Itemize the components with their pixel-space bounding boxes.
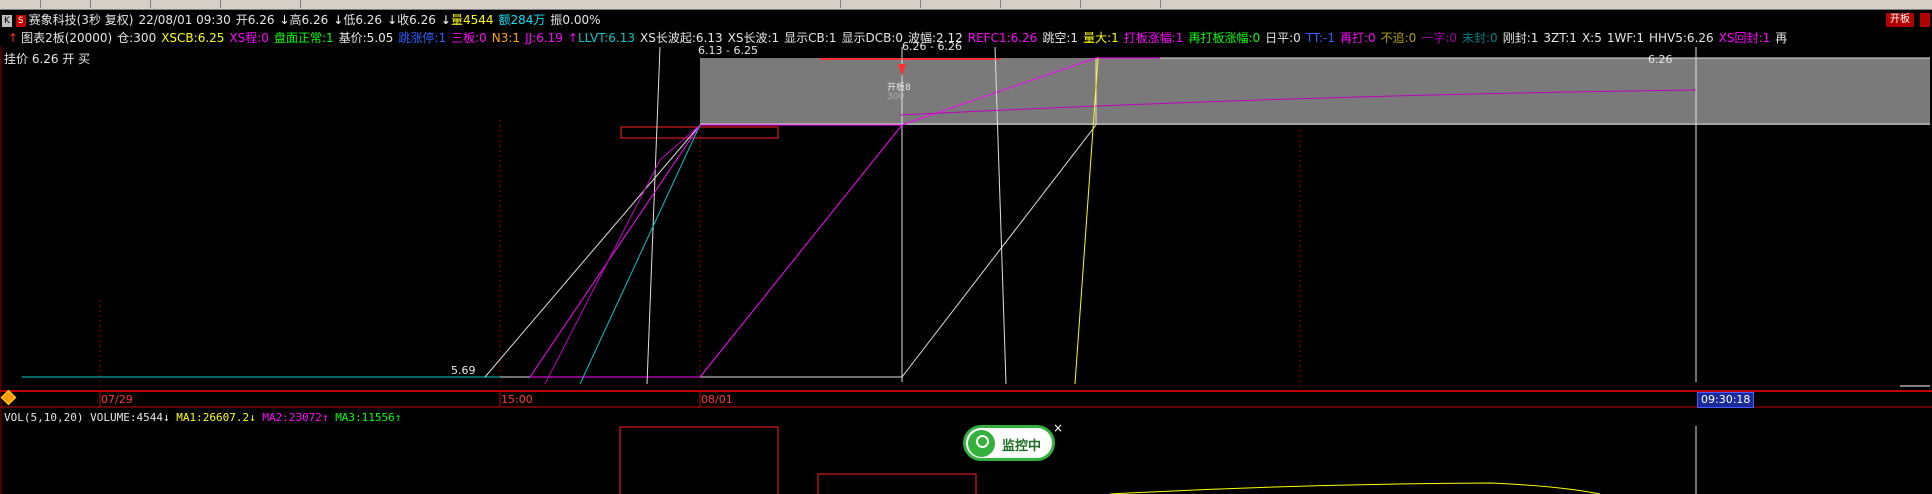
right-price-label: 6.26 bbox=[1648, 53, 1673, 66]
price-range-band bbox=[700, 58, 1930, 125]
price-line-cyan bbox=[579, 124, 701, 385]
qty-label: 300 bbox=[887, 92, 905, 102]
price-line-magenta-3 bbox=[544, 124, 701, 385]
price-line-magenta-2 bbox=[699, 124, 903, 378]
down-arrow-icon: ↓ bbox=[249, 411, 256, 424]
volume-header: VOL(5,10,20) VOLUME:4544↓ MA1:26607.2↓ M… bbox=[4, 411, 401, 424]
volume-bar bbox=[619, 426, 779, 494]
close-icon[interactable]: × bbox=[1052, 422, 1064, 434]
down-arrow-icon: ↓ bbox=[162, 411, 170, 424]
time-label: 07/29 bbox=[101, 393, 133, 406]
range-label-2: 6.26 - 6.26 bbox=[902, 40, 962, 53]
location-pin-icon bbox=[968, 430, 995, 457]
up-arrow-icon: ↑ bbox=[321, 411, 329, 424]
vol-value: VOLUME:4544 bbox=[90, 411, 163, 424]
low-price-label: 5.69 bbox=[451, 364, 476, 377]
range-label: 6.13 - 6.25 bbox=[698, 44, 758, 57]
vol-title: VOL(5,10,20) bbox=[4, 411, 84, 424]
monitor-badge[interactable]: 监控中 bbox=[963, 425, 1055, 461]
current-time-label: 09:30:18 bbox=[1697, 392, 1755, 408]
monitor-label: 监控中 bbox=[1002, 439, 1042, 454]
time-label: 15:00 bbox=[501, 393, 533, 406]
time-label: 08/01 bbox=[701, 393, 733, 406]
volume-ma-line bbox=[1109, 482, 1601, 494]
up-arrow-icon: ↑ bbox=[394, 411, 402, 424]
vol-ma2: MA2:23072 bbox=[262, 411, 322, 424]
vol-ma1: MA1:26607.2 bbox=[176, 411, 250, 424]
volume-bar bbox=[817, 473, 977, 494]
price-line-white bbox=[484, 124, 780, 378]
vol-ma3: MA3:11556 bbox=[335, 411, 395, 424]
